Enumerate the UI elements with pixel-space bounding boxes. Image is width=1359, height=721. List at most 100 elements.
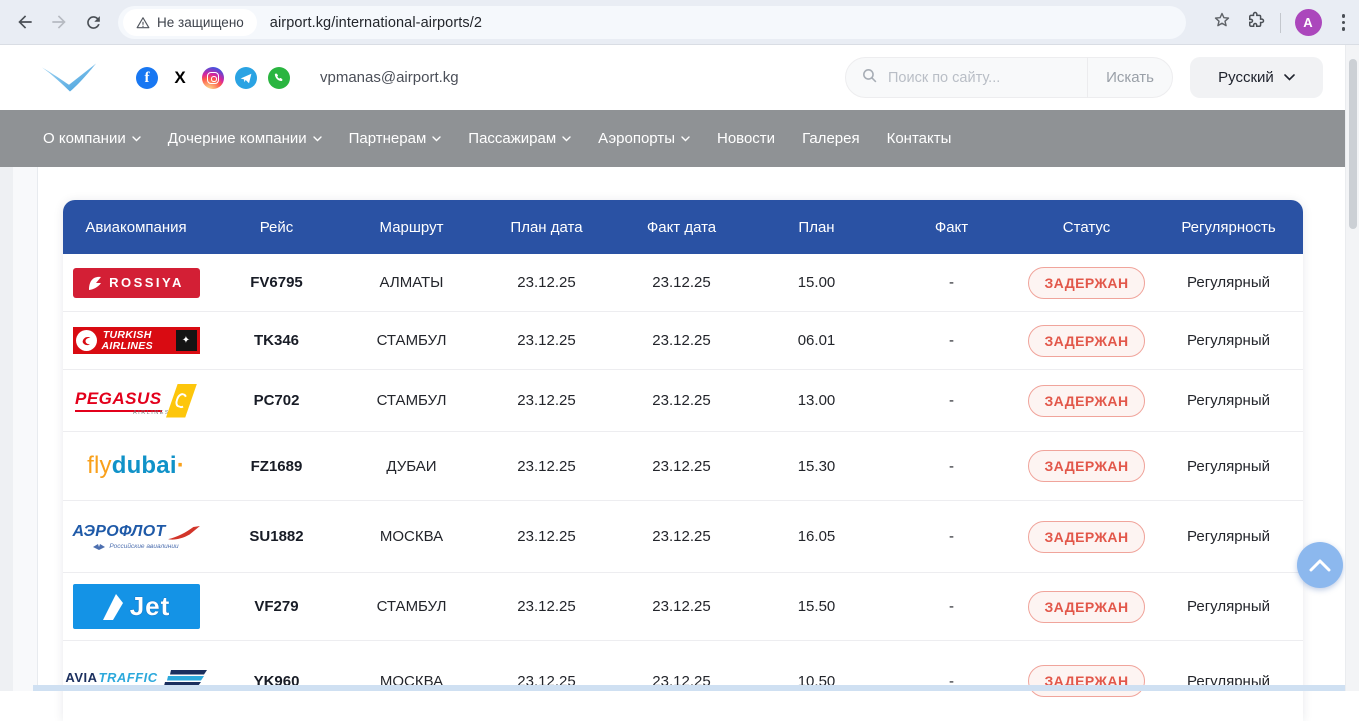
rossiya-r-icon: [88, 275, 102, 291]
status-badge: ЗАДЕРЖАН: [1028, 325, 1146, 357]
airline-logo-ajet: Jet: [63, 584, 209, 629]
plan-date: 23.12.25: [479, 332, 614, 349]
fact-time: -: [884, 598, 1019, 615]
route: СТАМБУЛ: [344, 598, 479, 615]
status-badge: ЗАДЕРЖАН: [1028, 267, 1146, 299]
table-row: АЭРОФЛОТ Российские авиалинии SU1882 МОС…: [63, 501, 1303, 573]
page-content: Авиакомпания Рейс Маршрут План дата Факт…: [0, 167, 1359, 691]
security-chip[interactable]: Не защищено: [123, 9, 257, 36]
column-header-plan: План: [749, 219, 884, 236]
fact-time: -: [884, 332, 1019, 349]
fact-time: -: [884, 274, 1019, 291]
regularity: Регулярный: [1154, 528, 1303, 545]
fact-date: 23.12.25: [614, 274, 749, 291]
aeroflot-emblem-icon: [93, 544, 105, 550]
flight-number: FZ1689: [209, 458, 344, 475]
fact-time: -: [884, 528, 1019, 545]
flight-number: FV6795: [209, 274, 344, 291]
plan-date: 23.12.25: [479, 458, 614, 475]
chevron-down-icon: [313, 136, 322, 142]
airline-logo-rossiya: ROSSIYA: [63, 268, 209, 298]
route: МОСКВА: [344, 528, 479, 545]
plan-date: 23.12.25: [479, 392, 614, 409]
plan-time: 16.05: [749, 528, 884, 545]
whatsapp-icon[interactable]: [268, 67, 290, 89]
airline-logo-aeroflot: АЭРОФЛОТ Российские авиалинии: [63, 523, 209, 550]
telegram-icon[interactable]: [235, 67, 257, 89]
column-header-regularity: Регулярность: [1154, 219, 1303, 236]
status-badge: ЗАДЕРЖАН: [1028, 591, 1146, 623]
plan-time: 06.01: [749, 332, 884, 349]
nav-item-subsidiaries[interactable]: Дочерние компании: [168, 130, 322, 147]
nav-item-airports[interactable]: Аэропорты: [598, 130, 690, 147]
table-row: flydubai· FZ1689 ДУБАИ 23.12.25 23.12.25…: [63, 432, 1303, 501]
browser-toolbar: Не защищено airport.kg/international-air…: [0, 0, 1359, 45]
status-badge: ЗАДЕРЖАН: [1028, 385, 1146, 417]
nav-item-passengers[interactable]: Пассажирам: [468, 130, 571, 147]
table-row: PEGASUS AIRLINES PC702 СТАМБУЛ 23.12.25 …: [63, 370, 1303, 432]
ajet-a-icon: [102, 593, 126, 621]
chevron-up-icon: [1309, 559, 1331, 572]
scrollbar-thumb[interactable]: [1349, 59, 1357, 229]
footer-accent-bar: [33, 685, 1359, 691]
warning-icon: [136, 16, 150, 30]
flight-number: VF279: [209, 598, 344, 615]
search-button[interactable]: Искать: [1088, 69, 1172, 86]
profile-avatar[interactable]: A: [1295, 9, 1322, 36]
chrome-menu-icon[interactable]: [1336, 14, 1352, 31]
fact-date: 23.12.25: [614, 528, 749, 545]
plan-date: 23.12.25: [479, 274, 614, 291]
nav-item-partners[interactable]: Партнерам: [349, 130, 442, 147]
bookmark-star-icon[interactable]: [1212, 10, 1232, 35]
aeroflot-wing-icon: [168, 526, 200, 541]
extensions-icon[interactable]: [1246, 10, 1266, 35]
facebook-icon[interactable]: f: [136, 67, 158, 89]
left-gutter: [0, 167, 38, 691]
contact-email[interactable]: vpmanas@airport.kg: [320, 69, 459, 86]
language-selector[interactable]: Русский: [1190, 57, 1323, 98]
nav-item-news[interactable]: Новости: [717, 130, 775, 147]
column-header-fact-date: Факт дата: [614, 219, 749, 236]
table-row: TURKISH AIRLINES ✦ TK346 СТАМБУЛ 23.12.2…: [63, 312, 1303, 370]
column-header-flight: Рейс: [209, 219, 344, 236]
fact-time: -: [884, 392, 1019, 409]
page-scrollbar[interactable]: [1345, 45, 1359, 691]
airline-logo-turkish-airlines: TURKISH AIRLINES ✦: [63, 327, 209, 354]
x-twitter-icon[interactable]: X: [169, 67, 191, 89]
toolbar-divider: [1280, 13, 1281, 33]
airline-logo-flydubai: flydubai·: [63, 452, 209, 480]
site-logo[interactable]: [40, 60, 98, 99]
flight-number: SU1882: [209, 528, 344, 545]
nav-item-contacts[interactable]: Контакты: [887, 130, 952, 147]
nav-item-about[interactable]: О компании: [43, 130, 141, 147]
address-bar[interactable]: Не защищено airport.kg/international-air…: [118, 6, 1186, 39]
back-icon[interactable]: [8, 5, 42, 39]
regularity: Регулярный: [1154, 392, 1303, 409]
search-input[interactable]: [888, 70, 1087, 86]
pegasus-tail-icon: [166, 384, 197, 418]
fact-date: 23.12.25: [614, 458, 749, 475]
fact-time: -: [884, 458, 1019, 475]
table-header-row: Авиакомпания Рейс Маршрут План дата Факт…: [63, 200, 1303, 254]
scroll-to-top-button[interactable]: [1297, 542, 1343, 588]
table-row: Jet VF279 СТАМБУЛ 23.12.25 23.12.25 15.5…: [63, 573, 1303, 641]
instagram-icon[interactable]: [202, 67, 224, 89]
column-header-plan-date: План дата: [479, 219, 614, 236]
site-search: Искать: [845, 57, 1173, 98]
plan-time: 13.00: [749, 392, 884, 409]
forward-icon[interactable]: [42, 5, 76, 39]
column-header-fact: Факт: [884, 219, 1019, 236]
airline-logo-pegasus: PEGASUS AIRLINES: [63, 383, 209, 419]
route: СТАМБУЛ: [344, 332, 479, 349]
regularity: Регулярный: [1154, 458, 1303, 475]
flights-table: Авиакомпания Рейс Маршрут План дата Факт…: [63, 200, 1303, 721]
search-icon: [861, 67, 878, 89]
fact-date: 23.12.25: [614, 332, 749, 349]
reload-icon[interactable]: [76, 5, 110, 39]
column-header-airline: Авиакомпания: [63, 219, 209, 236]
nav-item-gallery[interactable]: Галерея: [802, 130, 860, 147]
chevron-down-icon: [432, 136, 441, 142]
chevron-down-icon: [1284, 74, 1295, 81]
route: СТАМБУЛ: [344, 392, 479, 409]
plan-time: 15.50: [749, 598, 884, 615]
